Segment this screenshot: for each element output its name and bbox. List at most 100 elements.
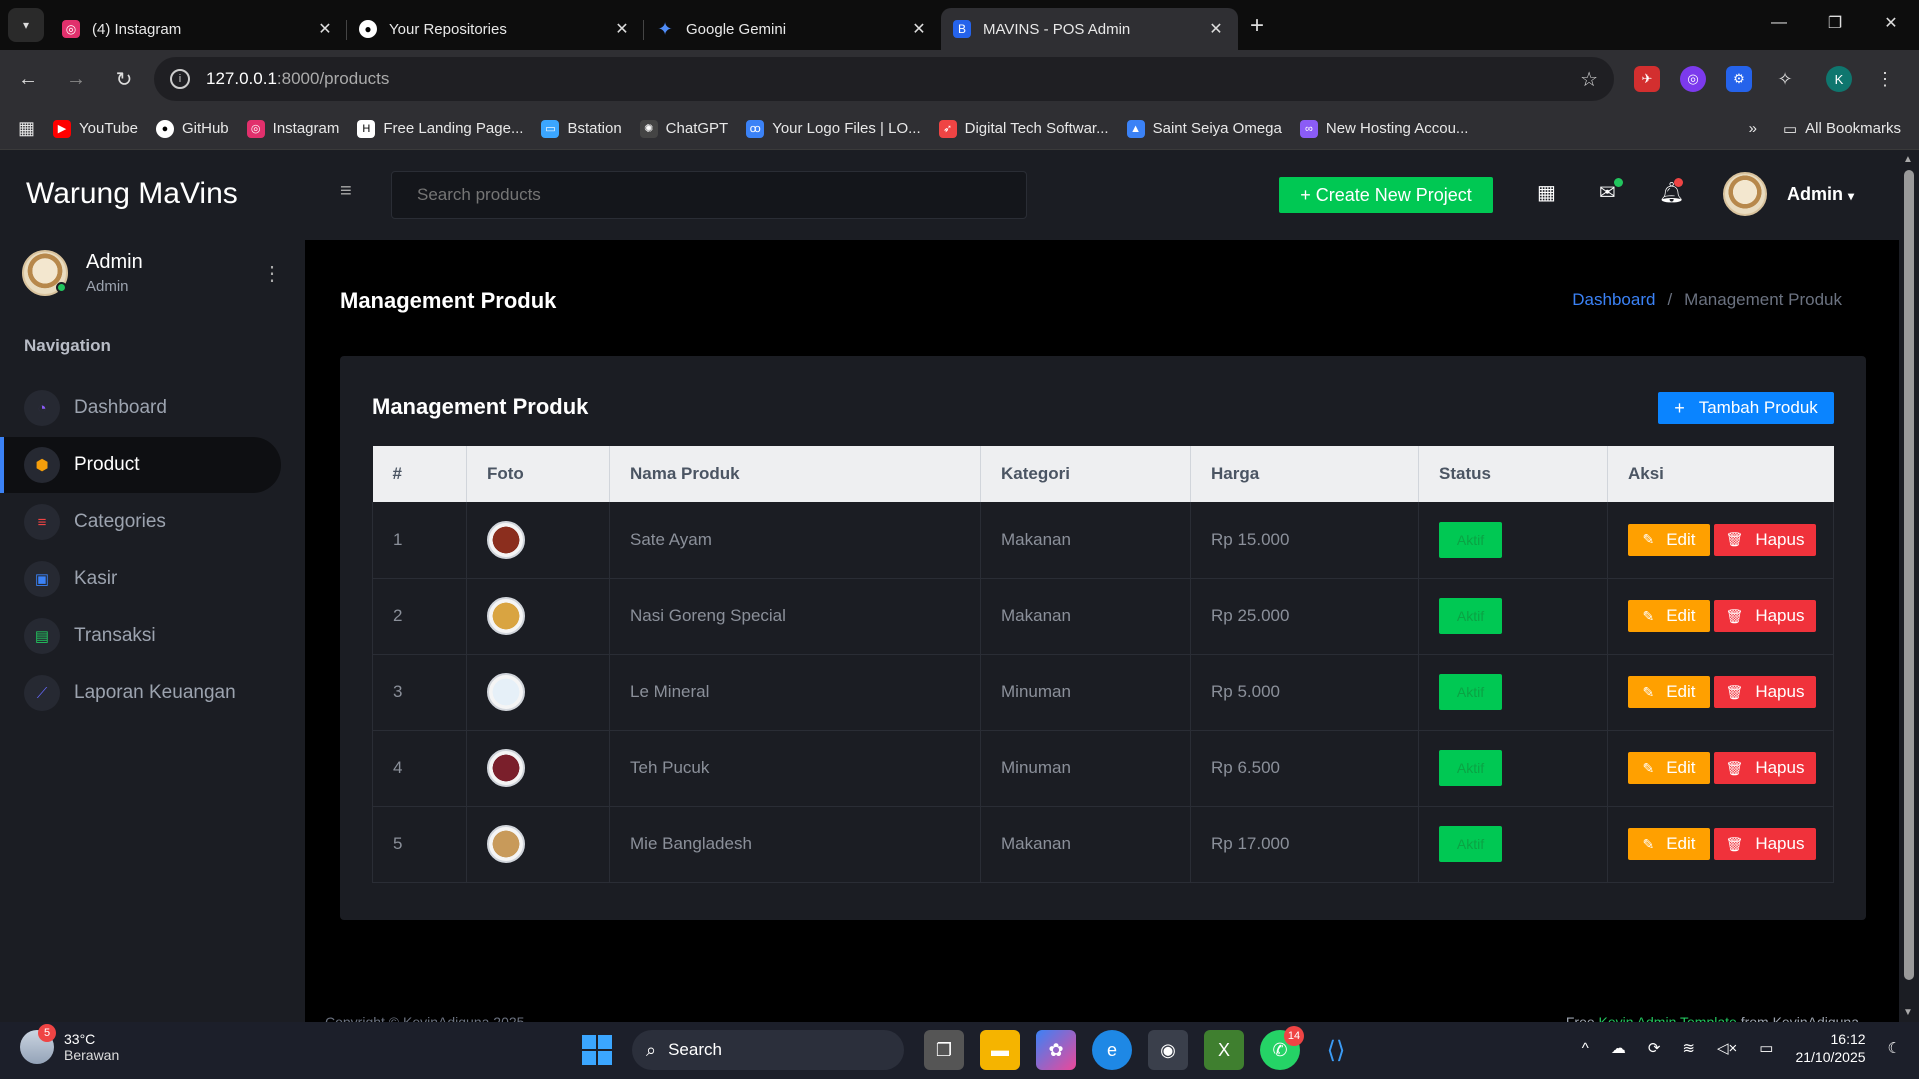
tab-instagram[interactable]: ◎ (4) Instagram ✕ (50, 8, 347, 50)
bookmark-bstation[interactable]: ▭ Bstation (541, 119, 622, 138)
avatar[interactable] (1723, 172, 1767, 216)
bookmark-label: Instagram (272, 120, 340, 137)
pencil-icon: ✎ (1642, 759, 1655, 776)
scroll-down-icon[interactable]: ▼ (1903, 1007, 1913, 1018)
chrome-icon[interactable]: ◉ (1148, 1030, 1188, 1070)
all-bookmarks-link[interactable]: All Bookmarks (1805, 120, 1901, 137)
sidebar-item-laporan[interactable]: ⟋ Laporan Keuangan (0, 665, 281, 721)
user-menu-kebab-icon[interactable]: ⋮ (262, 261, 282, 286)
tab-gemini[interactable]: ✦ Google Gemini ✕ (644, 8, 941, 50)
extension-icon[interactable]: ◎ (1680, 66, 1706, 92)
sidebar-item-dashboard[interactable]: ◔ Dashboard (0, 380, 281, 436)
battery-icon[interactable]: ▭ (1759, 1039, 1773, 1057)
breadcrumb-dashboard-link[interactable]: Dashboard (1572, 290, 1655, 310)
hamburger-menu-icon[interactable]: ≡ (340, 180, 352, 203)
sidebar-item-transaksi[interactable]: ▤ Transaksi (0, 608, 281, 664)
sync-icon[interactable]: ⟳ (1648, 1039, 1661, 1057)
bookmark-github[interactable]: ● GitHub (155, 119, 229, 138)
minimize-icon[interactable]: — (1751, 0, 1807, 46)
close-icon[interactable]: ✕ (1206, 19, 1226, 39)
close-icon[interactable]: ✕ (612, 19, 632, 39)
close-icon[interactable]: ✕ (909, 19, 929, 39)
task-view-icon[interactable]: ❐ (924, 1030, 964, 1070)
wifi-icon[interactable]: ≋ (1682, 1039, 1695, 1057)
taskbar-clock[interactable]: 16:12 21/10/2025 (1795, 1030, 1865, 1066)
bookmark-youtube[interactable]: ▶ YouTube (53, 119, 138, 138)
tab-label: MAVINS - POS Admin (983, 20, 1131, 38)
back-icon[interactable]: ← (8, 59, 48, 99)
grid-apps-icon[interactable]: ▦ (1537, 180, 1556, 205)
more-bookmarks-icon[interactable]: » (1749, 120, 1757, 137)
extension-icon[interactable]: ⚙ (1726, 66, 1752, 92)
edit-button[interactable]: ✎ Edit (1628, 676, 1710, 708)
bookmark-instagram[interactable]: ◎ Instagram (246, 119, 340, 138)
scroll-up-icon[interactable]: ▲ (1903, 154, 1913, 165)
vscode-icon[interactable]: ⟨⟩ (1316, 1030, 1356, 1070)
breadcrumb: Dashboard / Management Produk (1572, 290, 1842, 310)
sidebar-item-label: Kasir (74, 568, 118, 589)
spreadsheet-app-icon[interactable]: X (1204, 1030, 1244, 1070)
profile-avatar[interactable]: K (1826, 66, 1852, 92)
new-tab-icon[interactable]: + (1250, 12, 1264, 40)
sidebar-item-categories[interactable]: ≡ Categories (0, 494, 281, 550)
product-category: Minuman (980, 730, 1191, 807)
file-explorer-icon[interactable]: ▬ (980, 1030, 1020, 1070)
bookmark-label: Bstation (567, 120, 622, 137)
edit-button[interactable]: ✎ Edit (1628, 752, 1710, 784)
tab-search-button[interactable]: ▾ (8, 8, 44, 42)
close-icon[interactable]: ✕ (315, 19, 335, 39)
forward-icon[interactable]: → (56, 59, 96, 99)
bookmarks-bar: ▦ ▶ YouTube ● GitHub ◎ Instagram H Free Land… (0, 108, 1919, 150)
edit-button[interactable]: ✎ Edit (1628, 828, 1710, 860)
apps-grid-icon[interactable]: ▦ (18, 118, 35, 139)
footer-template-link[interactable]: Kevin Admin Template (1599, 1014, 1737, 1022)
avatar[interactable] (22, 250, 68, 296)
speaker-muted-icon[interactable]: ◁× (1717, 1039, 1737, 1057)
edge-icon[interactable]: e (1092, 1030, 1132, 1070)
chevron-up-icon[interactable]: ^ (1582, 1040, 1589, 1057)
bookmark-landing[interactable]: H Free Landing Page... (357, 119, 523, 138)
bookmark-digitaltech[interactable]: ➶ Digital Tech Softwar... (938, 119, 1109, 138)
extension-icon[interactable]: ✈ (1634, 66, 1660, 92)
taskbar-search[interactable]: ⌕ Search (632, 1030, 904, 1070)
tab-mavins[interactable]: B MAVINS - POS Admin ✕ (941, 8, 1238, 50)
address-bar[interactable]: i 127.0.0.1:8000/products ☆ (154, 57, 1614, 101)
delete-button[interactable]: 🗑︎ Hapus (1714, 600, 1816, 632)
weather-widget[interactable]: 5 33°C Berawan (20, 1024, 119, 1064)
sidebar-item-kasir[interactable]: ▣ Kasir (0, 551, 281, 607)
bookmark-hosting[interactable]: ∞ New Hosting Accou... (1299, 119, 1468, 138)
user-dropdown[interactable]: Admin ▾ (1787, 184, 1854, 205)
site-info-icon[interactable]: i (170, 69, 190, 89)
whatsapp-icon[interactable]: ✆ 14 (1260, 1026, 1304, 1070)
bookmark-label: Saint Seiya Omega (1152, 120, 1282, 137)
reload-icon[interactable]: ↻ (104, 59, 144, 99)
delete-button[interactable]: 🗑︎ Hapus (1714, 828, 1816, 860)
tab-github[interactable]: ● Your Repositories ✕ (347, 8, 644, 50)
scrollbar-thumb[interactable] (1904, 170, 1914, 980)
row-number: 3 (372, 654, 467, 731)
rocket-icon: ➶ (938, 119, 957, 138)
notification-icon[interactable]: ☾ (1888, 1039, 1901, 1057)
delete-button[interactable]: 🗑︎ Hapus (1714, 676, 1816, 708)
delete-button[interactable]: 🗑︎ Hapus (1714, 752, 1816, 784)
add-product-button[interactable]: + Tambah Produk (1658, 392, 1834, 424)
bookmark-chatgpt[interactable]: ✺ ChatGPT (639, 119, 728, 138)
close-window-icon[interactable]: ✕ (1863, 0, 1919, 46)
search-input[interactable] (391, 171, 1027, 219)
brand-logo-text[interactable]: Warung MaVins (26, 177, 238, 211)
restore-icon[interactable]: ❐ (1807, 0, 1863, 46)
windows-start-icon[interactable] (582, 1035, 612, 1065)
onedrive-icon[interactable]: ☁ (1611, 1039, 1626, 1057)
page-scrollbar[interactable]: ▲ ▼ (1899, 150, 1919, 1022)
delete-button[interactable]: 🗑︎ Hapus (1714, 523, 1816, 556)
bookmark-logo[interactable]: ꝏ Your Logo Files | LO... (746, 119, 921, 138)
edit-button[interactable]: ✎ Edit (1628, 600, 1710, 632)
create-project-button[interactable]: + Create New Project (1279, 177, 1493, 213)
sidebar-item-product[interactable]: ⬢ Product (0, 437, 281, 493)
puzzle-icon[interactable]: ✧ (1772, 66, 1798, 92)
bookmark-saintseiya[interactable]: ▲ Saint Seiya Omega (1126, 119, 1282, 138)
menu-kebab-icon[interactable]: ⋮ (1872, 66, 1898, 92)
edit-button[interactable]: ✎ Edit (1628, 523, 1710, 556)
copilot-icon[interactable]: ✿ (1036, 1030, 1076, 1070)
bookmark-star-icon[interactable]: ☆ (1580, 67, 1598, 92)
